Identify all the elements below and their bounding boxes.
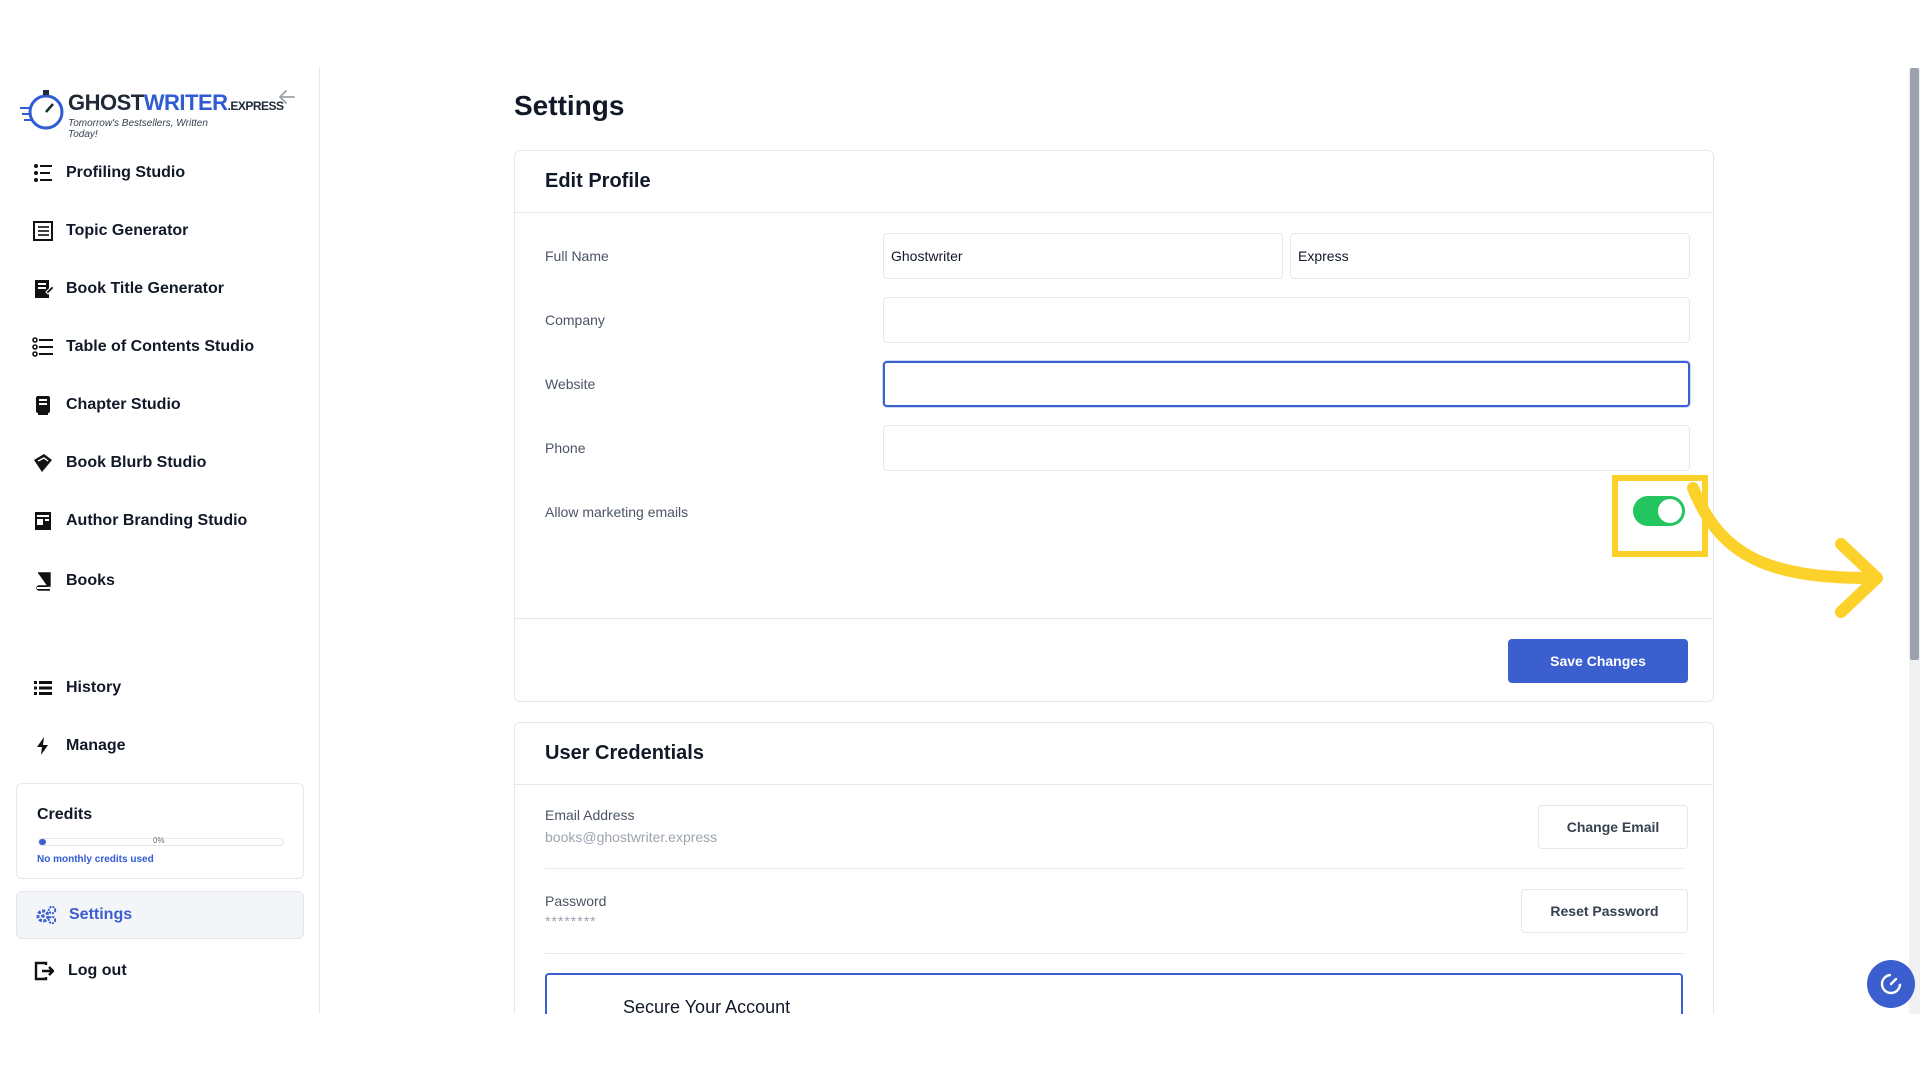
change-email-button[interactable]: Change Email [1538,805,1688,849]
secure-account-title: Secure Your Account [623,997,791,1014]
sidebar-item-book-title-generator[interactable]: Book Title Generator [30,274,224,304]
brand-logo[interactable]: GHOSTWRITER.EXPRESS Tomorrow's Bestselle… [20,86,284,140]
phone-label: Phone [545,440,586,456]
website-label: Website [545,376,596,392]
sidebar-item-logout[interactable]: Log out [34,956,127,986]
sidebar-item-book-blurb-studio[interactable]: Book Blurb Studio [30,448,206,478]
sidebar-item-label: Book Title Generator [66,280,224,297]
password-value: ******** [545,913,597,929]
sidebar-item-label: Books [66,572,115,589]
app-window: GHOSTWRITER.EXPRESS Tomorrow's Bestselle… [0,68,1920,1014]
website-input[interactable] [883,361,1690,407]
edit-profile-header: Edit Profile [515,151,1713,213]
help-chat-button[interactable] [1867,960,1915,1008]
sidebar-item-chapter-studio[interactable]: Chapter Studio [30,390,181,420]
brand-name-part2: WRITER [143,90,228,115]
first-name-input[interactable]: Ghostwriter [883,233,1283,279]
sidebar-item-history[interactable]: History [30,673,121,703]
reset-password-button[interactable]: Reset Password [1521,889,1688,933]
brand-name-part1: GHOST [68,90,144,115]
company-label: Company [545,312,605,328]
row-divider [545,868,1683,869]
sidebar-item-label: Table of Contents Studio [66,338,255,355]
user-credentials-card: User Credentials Email Address books@gho… [514,722,1714,1014]
credits-panel: Credits 0% No monthly credits used [16,783,304,879]
sidebar-item-topic-generator[interactable]: Topic Generator [30,216,188,246]
list-icon [30,675,56,701]
topic-icon [30,218,56,244]
page-scrollbar[interactable] [1909,68,1920,1014]
sidebar-item-label: Chapter Studio [66,396,181,413]
company-input[interactable] [883,297,1690,343]
save-changes-button[interactable]: Save Changes [1508,639,1688,683]
full-name-label: Full Name [545,248,609,264]
credits-progress-fill [39,839,47,845]
credits-note: No monthly credits used [37,854,154,865]
bolt-icon [30,733,56,759]
blurb-icon [30,450,56,476]
user-credentials-header: User Credentials [515,723,1713,785]
brand-name: GHOSTWRITER.EXPRESS [68,90,284,116]
chat-widget-icon [1880,973,1902,995]
card-divider [515,618,1713,619]
page-title: Settings [514,90,625,121]
sidebar-item-settings[interactable]: Settings [16,891,304,939]
sidebar-item-books[interactable]: Books [30,566,115,596]
sidebar-item-label: History [66,679,122,696]
marketing-emails-label: Allow marketing emails [545,504,689,520]
sidebar-item-label: Log out [68,962,127,979]
credits-percent: 0% [153,836,165,845]
email-address-value: books@ghostwriter.express [545,829,718,845]
scrollbar-thumb[interactable] [1910,68,1919,660]
main-content: Settings Edit Profile Full Name Ghostwri… [321,68,1910,1014]
stopwatch-logo-icon [20,90,64,130]
sidebar-item-label: Profiling Studio [66,164,186,181]
edit-profile-heading: Edit Profile [545,170,651,192]
email-address-label: Email Address [545,807,635,823]
branding-icon [30,508,56,534]
gears-icon [36,905,57,925]
row-divider [545,953,1683,954]
sidebar-item-label: Author Branding Studio [66,512,248,529]
sidebar-item-label: Settings [69,906,133,923]
toc-icon [30,334,56,360]
sidebar-item-label: Manage [66,737,126,754]
phone-input[interactable] [883,425,1690,471]
sidebar: GHOSTWRITER.EXPRESS Tomorrow's Bestselle… [0,68,320,1014]
annotation-arrow-icon [1687,482,1883,618]
profiling-icon [30,160,56,186]
sidebar-item-profiling-studio[interactable]: Profiling Studio [30,158,185,188]
secure-account-box: Secure Your Account [545,973,1683,1014]
chapter-icon [30,392,56,418]
book-icon [30,568,56,594]
collapse-sidebar-button[interactable] [274,86,300,112]
last-name-input[interactable]: Express [1290,233,1690,279]
sidebar-item-author-branding-studio[interactable]: Author Branding Studio [30,506,247,536]
sidebar-item-label: Book Blurb Studio [66,454,207,471]
logout-icon [34,961,54,981]
credits-title: Credits [37,806,93,823]
sidebar-item-table-of-contents-studio[interactable]: Table of Contents Studio [30,332,254,362]
brand-tagline: Tomorrow's Bestsellers, Written Today! [68,118,208,140]
sidebar-item-manage[interactable]: Manage [30,731,126,761]
password-label: Password [545,893,607,909]
user-credentials-heading: User Credentials [545,742,704,764]
arrow-left-icon [279,90,295,104]
title-icon [30,276,56,302]
sidebar-item-label: Topic Generator [66,222,189,239]
edit-profile-card: Edit Profile Full Name Ghostwriter Expre… [514,150,1714,702]
